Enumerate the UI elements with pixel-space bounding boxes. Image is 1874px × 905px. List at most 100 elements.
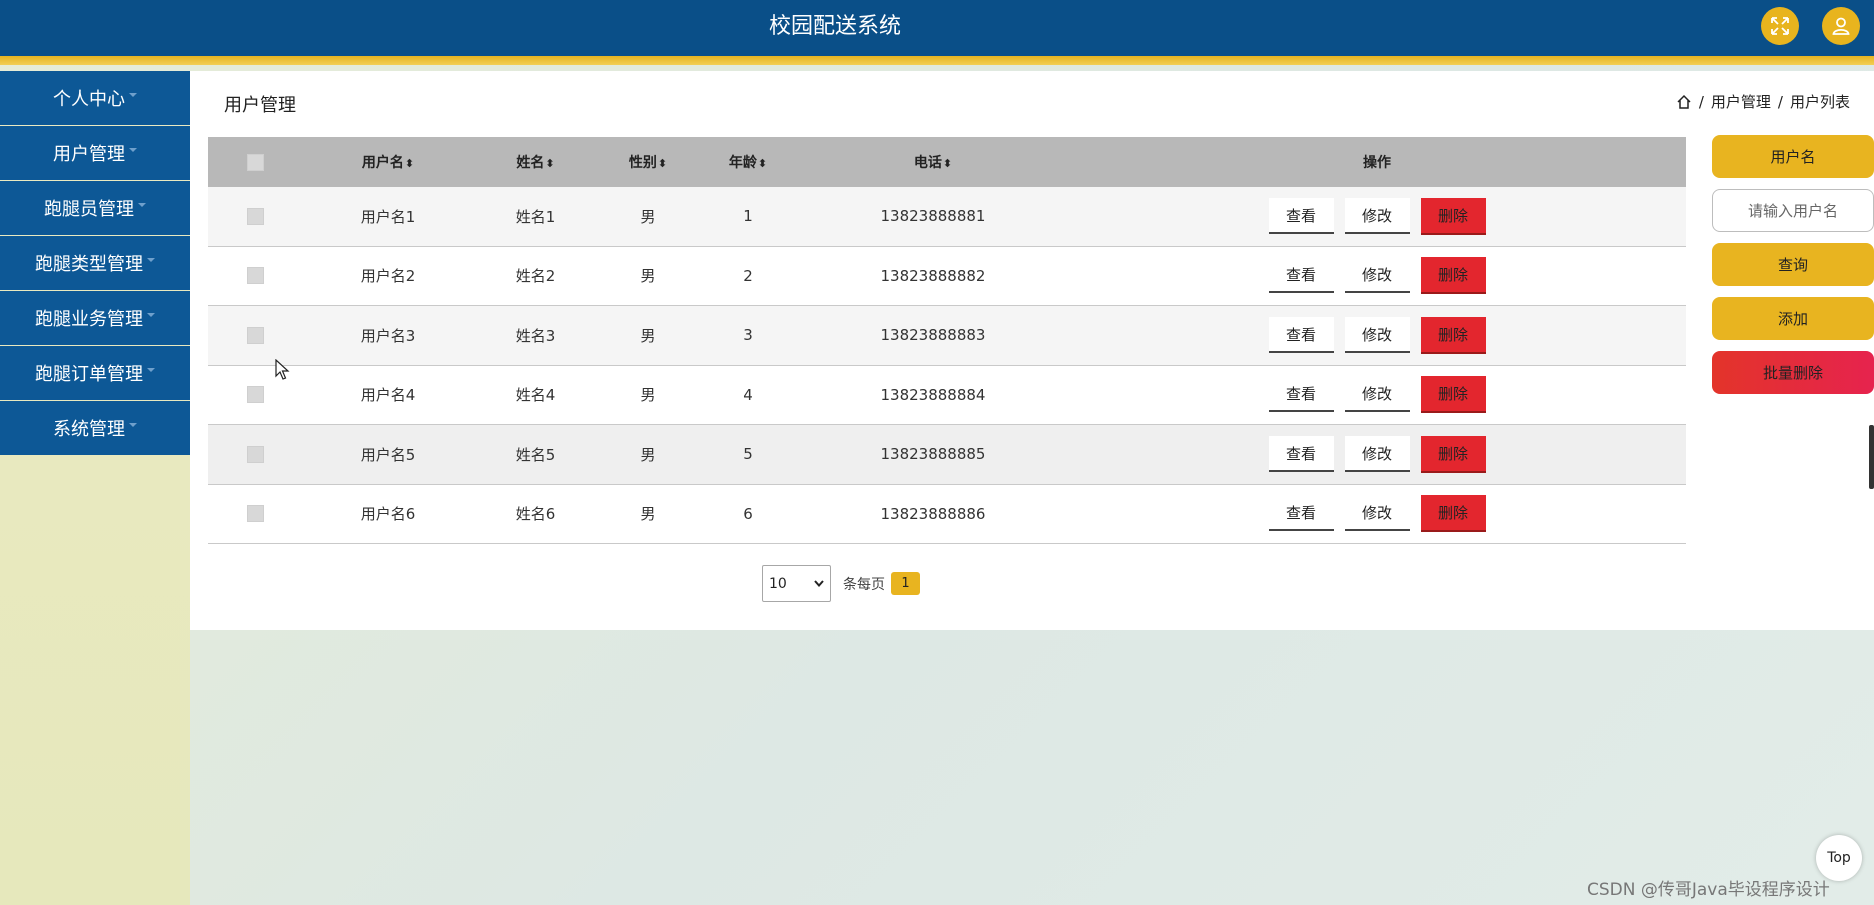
- view-button[interactable]: 查看: [1268, 197, 1334, 234]
- username-search-input[interactable]: 请输入用户名: [1712, 189, 1874, 232]
- cell-username: 用户名6: [360, 505, 416, 524]
- edit-button[interactable]: 修改: [1344, 376, 1410, 413]
- table-header: 用户名⬍ 姓名⬍ 性别⬍ 年龄⬍ 电话⬍ 操作: [208, 137, 1686, 187]
- cell-age: 3: [743, 326, 753, 345]
- cell-gender: 男: [640, 207, 656, 226]
- sidebar-item-label: 系统管理: [53, 419, 125, 440]
- sidebar-item-errand-business-management[interactable]: 跑腿业务管理: [0, 291, 190, 345]
- cell-phone: 13823888883: [880, 326, 986, 345]
- cell-age: 1: [743, 207, 753, 226]
- page-title: 用户管理: [224, 95, 296, 116]
- column-header-age[interactable]: 年龄⬍: [698, 152, 798, 172]
- cell-username: 用户名2: [360, 267, 416, 286]
- sort-icon[interactable]: ⬍: [758, 157, 767, 170]
- pagination: 10 条每页 1: [762, 565, 920, 602]
- edit-button[interactable]: 修改: [1344, 257, 1410, 294]
- sidebar-item-runner-management[interactable]: 跑腿员管理: [0, 181, 190, 235]
- table-row: 用户名1 姓名1 男 1 13823888881 查看 修改 删除: [208, 187, 1686, 247]
- view-button[interactable]: 查看: [1268, 495, 1334, 532]
- breadcrumb-item: 用户列表: [1789, 93, 1850, 111]
- sidebar: 个人中心 用户管理 跑腿员管理 跑腿类型管理 跑腿业务管理 跑腿订单管理 系统管…: [0, 71, 190, 905]
- row-checkbox[interactable]: [247, 326, 264, 344]
- view-button[interactable]: 查看: [1268, 316, 1334, 353]
- caret-down-icon: [147, 313, 155, 317]
- sidebar-item-personal-center[interactable]: 个人中心: [0, 71, 190, 125]
- add-button[interactable]: 添加: [1712, 297, 1874, 340]
- mouse-cursor-icon: [275, 359, 290, 380]
- row-checkbox[interactable]: [247, 505, 264, 523]
- cell-gender: 男: [640, 386, 656, 405]
- cell-age: 5: [743, 445, 753, 464]
- delete-button[interactable]: 删除: [1420, 316, 1486, 354]
- cell-name: 姓名2: [515, 267, 556, 286]
- query-button[interactable]: 查询: [1712, 243, 1874, 286]
- column-header-name[interactable]: 姓名⬍: [473, 152, 598, 172]
- sort-icon[interactable]: ⬍: [943, 157, 952, 170]
- column-header-actions: 操作: [1363, 155, 1391, 171]
- fullscreen-button[interactable]: [1761, 7, 1799, 45]
- scrollbar-thumb[interactable]: [1869, 425, 1874, 489]
- row-checkbox[interactable]: [247, 207, 264, 225]
- table-row: 用户名6 姓名6 男 6 13823888886 查看 修改 删除: [208, 484, 1686, 544]
- user-icon: [1832, 17, 1850, 35]
- bulk-delete-button[interactable]: 批量删除: [1712, 351, 1874, 394]
- row-checkbox[interactable]: [247, 386, 264, 404]
- breadcrumb-item[interactable]: 用户管理: [1711, 91, 1771, 112]
- cell-phone: 13823888885: [880, 445, 986, 464]
- user-avatar-button[interactable]: [1822, 7, 1860, 45]
- sidebar-item-label: 跑腿订单管理: [35, 364, 143, 385]
- sidebar-item-label: 用户管理: [53, 144, 125, 165]
- sidebar-item-errand-type-management[interactable]: 跑腿类型管理: [0, 236, 190, 290]
- expand-icon: [1771, 17, 1789, 35]
- caret-down-icon: [129, 93, 137, 97]
- breadcrumb-separator: /: [1777, 92, 1783, 111]
- breadcrumb-separator: /: [1698, 92, 1704, 111]
- sidebar-item-label: 跑腿类型管理: [35, 254, 143, 275]
- column-header-phone[interactable]: 电话⬍: [798, 152, 1068, 172]
- header-stripe: [0, 56, 1874, 65]
- delete-button[interactable]: 删除: [1420, 495, 1486, 533]
- home-icon[interactable]: [1676, 94, 1692, 110]
- cell-gender: 男: [640, 326, 656, 345]
- delete-button[interactable]: 删除: [1420, 257, 1486, 295]
- delete-button[interactable]: 删除: [1420, 197, 1486, 235]
- column-header-gender[interactable]: 性别⬍: [598, 152, 698, 172]
- page-number-current[interactable]: 1: [891, 572, 920, 595]
- page-size-value: 10: [769, 575, 787, 592]
- row-checkbox[interactable]: [247, 267, 264, 285]
- sidebar-item-label: 跑腿业务管理: [35, 309, 143, 330]
- sidebar-item-system-management[interactable]: 系统管理: [0, 401, 190, 455]
- cell-gender: 男: [640, 445, 656, 464]
- sort-icon[interactable]: ⬍: [545, 157, 554, 170]
- column-header-username[interactable]: 用户名⬍: [303, 152, 473, 172]
- edit-button[interactable]: 修改: [1344, 316, 1410, 353]
- cell-age: 2: [743, 266, 753, 285]
- cell-age: 4: [743, 385, 753, 404]
- app-title: 校园配送系统: [768, 14, 901, 39]
- delete-button[interactable]: 删除: [1420, 376, 1486, 414]
- cell-username: 用户名4: [360, 386, 416, 405]
- caret-down-icon: [129, 148, 137, 152]
- edit-button[interactable]: 修改: [1344, 495, 1410, 532]
- edit-button[interactable]: 修改: [1344, 197, 1410, 234]
- sort-icon[interactable]: ⬍: [405, 157, 414, 170]
- cell-phone: 13823888884: [880, 385, 986, 404]
- cell-name: 姓名6: [515, 505, 556, 524]
- view-button[interactable]: 查看: [1268, 376, 1334, 413]
- sidebar-item-label: 跑腿员管理: [44, 199, 134, 220]
- row-checkbox[interactable]: [247, 445, 264, 463]
- cell-phone: 13823888882: [880, 266, 986, 285]
- view-button[interactable]: 查看: [1268, 257, 1334, 294]
- sort-icon[interactable]: ⬍: [658, 157, 667, 170]
- page-size-select[interactable]: 10: [762, 565, 831, 602]
- view-button[interactable]: 查看: [1268, 435, 1334, 472]
- top-header: 校园配送系统: [0, 0, 1874, 56]
- cell-username: 用户名5: [360, 445, 416, 464]
- sidebar-item-user-management[interactable]: 用户管理: [0, 126, 190, 180]
- edit-button[interactable]: 修改: [1344, 435, 1410, 472]
- sidebar-item-errand-order-management[interactable]: 跑腿订单管理: [0, 346, 190, 400]
- cell-phone: 13823888886: [880, 504, 986, 523]
- select-all-checkbox[interactable]: [247, 153, 264, 171]
- cell-gender: 男: [640, 505, 656, 524]
- delete-button[interactable]: 删除: [1420, 435, 1486, 473]
